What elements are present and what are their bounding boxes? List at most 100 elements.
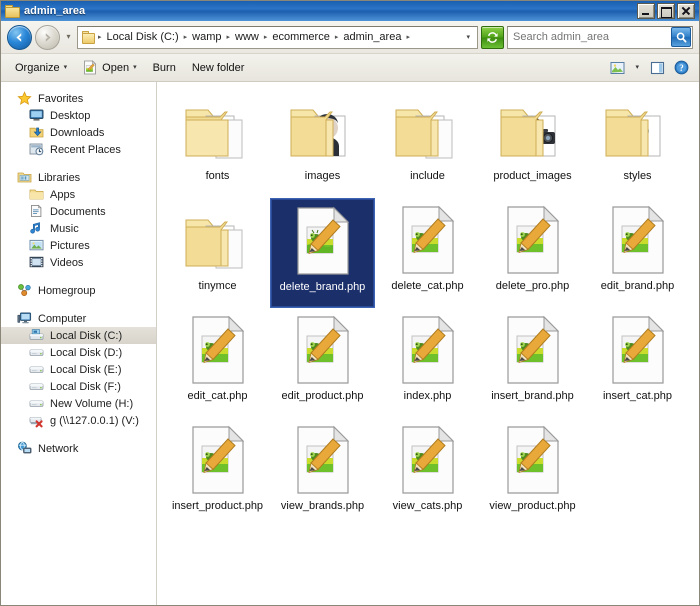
folder-icon: [182, 202, 254, 276]
file-item-view-cats-php[interactable]: view_cats.php: [375, 418, 480, 528]
refresh-icon[interactable]: [481, 25, 504, 49]
file-label: edit_cat.php: [187, 390, 248, 402]
navigation-pane[interactable]: Favorites Desktop Downloads Recent Place…: [1, 82, 157, 605]
nav-item-apps[interactable]: Apps: [1, 186, 156, 203]
chevron-down-icon: ▾: [63, 64, 68, 71]
file-item-index-php[interactable]: index.php: [375, 308, 480, 418]
nav-label-libraries: Libraries: [38, 171, 81, 184]
file-item-delete-cat-php[interactable]: delete_cat.php: [375, 198, 480, 308]
burn-button[interactable]: Burn: [145, 56, 184, 79]
organize-button[interactable]: Organize ▾: [7, 56, 75, 79]
file-label: fonts: [205, 170, 230, 182]
php-file-icon: [397, 422, 459, 496]
breadcrumb-item-admin-area[interactable]: admin_area: [341, 30, 403, 44]
nav-item-network-drive-v[interactable]: g (\\127.0.0.1) (V:): [1, 412, 156, 429]
desktop-icon: [29, 108, 45, 123]
nav-item-videos[interactable]: Videos: [1, 254, 156, 271]
close-button[interactable]: [677, 3, 695, 19]
file-label: delete_brand.php: [279, 281, 366, 293]
breadcrumb-item-wamp[interactable]: wamp: [190, 30, 223, 44]
file-item-insert-brand-php[interactable]: insert_brand.php: [480, 308, 585, 418]
window-title: admin_area: [24, 5, 86, 17]
search-box[interactable]: [507, 25, 693, 49]
file-item-styles[interactable]: styles: [585, 88, 690, 198]
file-label: edit_brand.php: [600, 280, 675, 292]
php-file-icon: [502, 422, 564, 496]
open-button[interactable]: Open ▾: [75, 56, 144, 79]
nav-item-music[interactable]: Music: [1, 220, 156, 237]
file-item-insert-cat-php[interactable]: insert_cat.php: [585, 308, 690, 418]
file-label: styles: [623, 170, 652, 182]
nav-label-local-disk-d: Local Disk (D:): [50, 346, 123, 359]
nav-item-local-disk-d[interactable]: Local Disk (D:): [1, 344, 156, 361]
search-icon[interactable]: [671, 27, 691, 47]
nav-item-local-disk-e[interactable]: Local Disk (E:): [1, 361, 156, 378]
file-item-view-product-php[interactable]: view_product.php: [480, 418, 585, 528]
file-item-insert-product-php[interactable]: insert_product.php: [165, 418, 270, 528]
new-folder-button[interactable]: New folder: [184, 56, 253, 79]
preview-pane-chevron-down-icon[interactable]: ▾: [629, 64, 645, 71]
command-bar: Organize ▾ Open ▾ Burn New folder ▾ ?: [1, 54, 699, 82]
file-item-edit-brand-php[interactable]: edit_brand.php: [585, 198, 690, 308]
breadcrumb-separator-4[interactable]: ▸: [332, 34, 342, 41]
breadcrumb-separator-5[interactable]: ▸: [403, 34, 413, 41]
php-file-icon: [187, 422, 249, 496]
help-icon[interactable]: ?: [669, 56, 693, 79]
nav-group-computer[interactable]: Computer: [1, 310, 156, 327]
nav-group-homegroup[interactable]: Homegroup: [1, 282, 156, 299]
breadcrumb-item-www[interactable]: www: [233, 30, 261, 44]
title-bar: admin_area: [1, 1, 699, 21]
layout-pane-icon[interactable]: [645, 56, 669, 79]
php-file-icon: [187, 312, 249, 386]
file-item-delete-brand-php[interactable]: delete_brand.php: [270, 198, 375, 308]
file-item-fonts[interactable]: fonts: [165, 88, 270, 198]
nav-item-new-volume-h[interactable]: New Volume (H:): [1, 395, 156, 412]
file-item-include[interactable]: include: [375, 88, 480, 198]
nav-item-documents[interactable]: Documents: [1, 203, 156, 220]
file-item-delete-pro-php[interactable]: delete_pro.php: [480, 198, 585, 308]
file-item-images[interactable]: images: [270, 88, 375, 198]
nav-group-network[interactable]: Network: [1, 440, 156, 457]
folder-icon: [497, 92, 569, 166]
breadcrumb-separator-1[interactable]: ▸: [181, 34, 191, 41]
breadcrumb-separator-0[interactable]: ▸: [95, 34, 105, 41]
maximize-button[interactable]: [657, 3, 675, 19]
php-file-icon: [607, 312, 669, 386]
file-list-pane[interactable]: fonts images include product_images styl…: [157, 82, 699, 605]
breadcrumb-item-local-disk-c[interactable]: Local Disk (C:): [105, 30, 181, 44]
preview-pane-icon[interactable]: [605, 56, 629, 79]
nav-item-local-disk-c[interactable]: Local Disk (C:): [1, 327, 156, 344]
new-folder-label: New folder: [191, 61, 245, 74]
nav-item-recent-places[interactable]: Recent Places: [1, 141, 156, 158]
nav-item-pictures[interactable]: Pictures: [1, 237, 156, 254]
forward-button[interactable]: [35, 24, 60, 50]
back-button[interactable]: [7, 24, 32, 50]
file-item-edit-product-php[interactable]: edit_product.php: [270, 308, 375, 418]
minimize-button[interactable]: [637, 3, 655, 19]
drive-icon: [29, 345, 45, 360]
burn-label: Burn: [152, 61, 176, 74]
file-item-tinymce[interactable]: tinymce: [165, 198, 270, 308]
breadcrumb-separator-2[interactable]: ▸: [224, 34, 234, 41]
downloads-icon: [29, 125, 45, 140]
nav-item-downloads[interactable]: Downloads: [1, 124, 156, 141]
file-item-product-images[interactable]: product_images: [480, 88, 585, 198]
breadcrumb-separator-3[interactable]: ▸: [261, 34, 271, 41]
computer-icon: [17, 311, 33, 326]
nav-item-desktop[interactable]: Desktop: [1, 107, 156, 124]
nav-item-local-disk-f[interactable]: Local Disk (F:): [1, 378, 156, 395]
file-item-view-brands-php[interactable]: view_brands.php: [270, 418, 375, 528]
nav-label-network: Network: [38, 442, 79, 455]
breadcrumb[interactable]: ▸ Local Disk (C:) ▸ wamp ▸ www ▸ ecommer…: [77, 25, 478, 49]
breadcrumb-item-ecommerce[interactable]: ecommerce: [270, 30, 331, 44]
breadcrumb-dropdown-icon[interactable]: ▾: [461, 33, 475, 41]
explorer-body: Favorites Desktop Downloads Recent Place…: [1, 82, 699, 605]
history-dropdown-button[interactable]: ▾: [63, 33, 74, 41]
nav-group-libraries[interactable]: Libraries: [1, 169, 156, 186]
nav-group-favorites[interactable]: Favorites: [1, 90, 156, 107]
search-input[interactable]: [513, 31, 671, 43]
file-item-edit-cat-php[interactable]: edit_cat.php: [165, 308, 270, 418]
file-label: include: [410, 170, 445, 182]
nav-label-new-volume-h: New Volume (H:): [50, 397, 134, 410]
file-label: delete_pro.php: [495, 280, 570, 292]
